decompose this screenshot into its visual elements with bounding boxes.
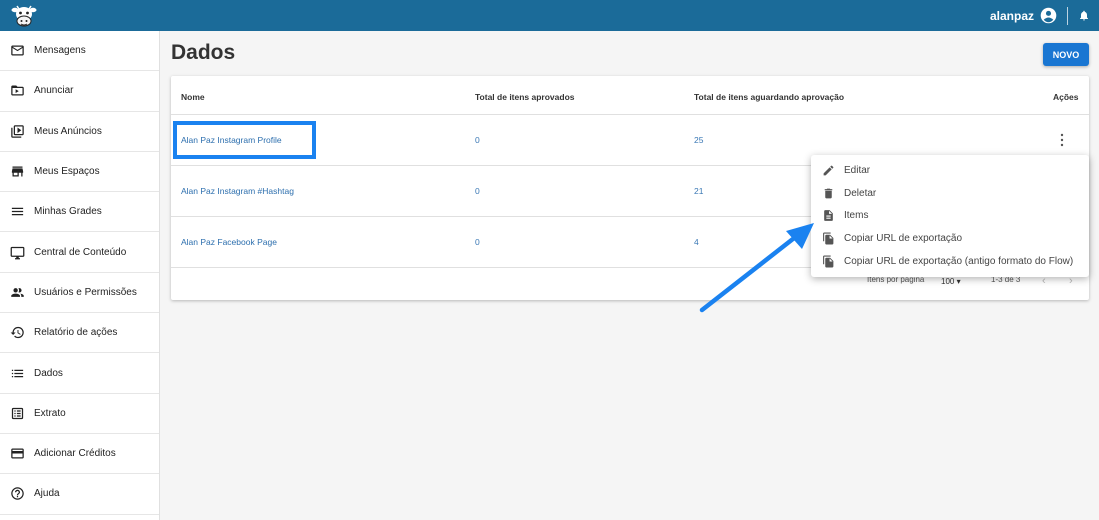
ad-library-icon: [11, 124, 24, 138]
sidebar-item-relatorio-de-acoes[interactable]: Relatório de ações: [0, 313, 159, 354]
sidebar-item-usuarios-e-permissoes[interactable]: Usuários e Permissões: [0, 273, 159, 314]
annotation-highlight-box: [173, 121, 316, 159]
username[interactable]: alanpaz: [990, 9, 1034, 23]
menu-item-label: Copiar URL de exportação (antigo formato…: [844, 255, 1074, 267]
cow-logo-icon[interactable]: [11, 3, 37, 28]
per-page-value: 100: [941, 277, 955, 286]
storefront-icon: [11, 166, 24, 177]
page-title: Dados: [171, 41, 236, 64]
annotation-arrow-icon: [699, 223, 814, 313]
help-circle-icon: [11, 487, 24, 501]
row-approved-count[interactable]: 0: [475, 135, 480, 145]
menu-item-label: Items: [844, 210, 869, 222]
monitor-icon: [10, 246, 25, 259]
receipt-list-icon: [11, 407, 24, 419]
sidebar: Mensagens Anunciar Meus Anúncios Meus Es…: [0, 31, 160, 520]
sidebar-item-label: Relatório de ações: [34, 327, 118, 339]
divider: [1067, 6, 1068, 25]
menu-item-items[interactable]: Items: [811, 204, 1089, 227]
document-icon: [824, 210, 833, 222]
menu-item-copiar-url-antigo[interactable]: Copiar URL de exportação (antigo formato…: [811, 250, 1089, 273]
column-header-acoes: Ações: [1053, 92, 1079, 102]
sidebar-item-dados[interactable]: Dados: [0, 353, 159, 394]
per-page-select[interactable]: 100 ▾: [941, 277, 961, 286]
sidebar-item-label: Anunciar: [34, 85, 74, 97]
credit-card-icon: [11, 448, 24, 459]
top-bar: alanpaz: [0, 0, 1099, 31]
history-icon: [10, 327, 24, 339]
menu-item-label: Deletar: [844, 187, 877, 199]
user-area: alanpaz: [990, 0, 1090, 31]
sidebar-item-label: Extrato: [34, 407, 66, 419]
list-lines-icon: [11, 208, 24, 216]
sidebar-item-ajuda[interactable]: Ajuda: [0, 474, 159, 515]
menu-item-editar[interactable]: Editar: [811, 159, 1089, 182]
people-icon: [11, 288, 24, 297]
sidebar-item-label: Central de Conteúdo: [34, 246, 127, 258]
more-vert-icon[interactable]: [1057, 132, 1067, 148]
sidebar-item-meus-espacos[interactable]: Meus Espaços: [0, 152, 159, 193]
sidebar-item-label: Meus Anúncios: [34, 125, 102, 137]
column-header-nome: Nome: [181, 92, 205, 102]
sidebar-item-mensagens[interactable]: Mensagens: [0, 31, 159, 72]
menu-item-label: Copiar URL de exportação: [844, 232, 963, 244]
sidebar-item-meus-anuncios[interactable]: Meus Anúncios: [0, 112, 159, 152]
row-pending-count[interactable]: 21: [694, 186, 703, 196]
sidebar-item-minhas-grades[interactable]: Minhas Grades: [0, 192, 159, 233]
sidebar-item-label: Meus Espaços: [34, 166, 100, 178]
copy-icon: [823, 232, 834, 245]
pencil-icon: [823, 165, 834, 176]
menu-item-deletar[interactable]: Deletar: [811, 182, 1089, 205]
column-header-aguardando: Total de itens aguardando aprovação: [694, 92, 845, 102]
sidebar-item-label: Minhas Grades: [34, 206, 102, 218]
trash-icon: [824, 188, 833, 198]
sidebar-item-label: Dados: [34, 367, 63, 379]
row-name-link[interactable]: Alan Paz Instagram #Hashtag: [181, 186, 294, 196]
copy-icon: [823, 255, 834, 268]
sidebar-item-central-de-conteudo[interactable]: Central de Conteúdo: [0, 232, 159, 273]
video-library-icon: [11, 85, 24, 96]
row-name-link[interactable]: Alan Paz Facebook Page: [181, 237, 277, 247]
row-approved-count[interactable]: 0: [475, 186, 480, 196]
row-pending-count[interactable]: 25: [694, 135, 703, 145]
row-actions-menu: Editar Deletar Items Copiar URL de expor…: [811, 155, 1089, 277]
account-circle-icon[interactable]: [1040, 7, 1057, 24]
sidebar-item-anunciar[interactable]: Anunciar: [0, 71, 159, 112]
table-header: Nome Total de itens aprovados Total de i…: [171, 76, 1089, 115]
bulleted-list-icon: [11, 369, 24, 377]
sidebar-item-label: Adicionar Créditos: [34, 448, 116, 460]
sidebar-item-label: Usuários e Permissões: [34, 286, 137, 298]
envelope-icon: [11, 45, 24, 56]
row-approved-count[interactable]: 0: [475, 237, 480, 247]
menu-item-copiar-url[interactable]: Copiar URL de exportação: [811, 227, 1089, 250]
column-header-aprovados: Total de itens aprovados: [475, 92, 575, 102]
new-button[interactable]: NOVO: [1043, 43, 1089, 66]
bell-icon[interactable]: [1078, 9, 1090, 22]
sidebar-item-label: Ajuda: [34, 488, 60, 500]
sidebar-item-extrato[interactable]: Extrato: [0, 394, 159, 434]
menu-item-label: Editar: [844, 164, 871, 176]
sidebar-item-adicionar-creditos[interactable]: Adicionar Créditos: [0, 434, 159, 475]
sidebar-item-label: Mensagens: [34, 45, 86, 57]
